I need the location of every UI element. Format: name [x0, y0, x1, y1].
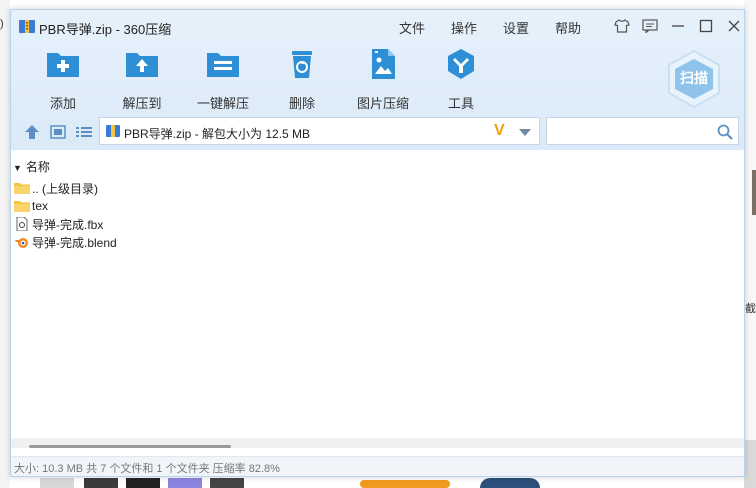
add-folder-icon: [47, 53, 79, 77]
menu-file[interactable]: 文件: [399, 18, 451, 37]
horizontal-scrollbar-thumb[interactable]: [29, 445, 231, 448]
list-view-icon[interactable]: [75, 124, 93, 140]
title-bar[interactable]: PBR导弹.zip - 360压缩 文件 操作 设置 帮助: [11, 10, 744, 42]
maximize-button[interactable]: [695, 16, 717, 36]
background-thumbnail: [210, 478, 244, 488]
desktop-background-bottom: [30, 476, 730, 488]
skin-button[interactable]: [611, 16, 633, 36]
file-name: .. (上级目录): [32, 181, 98, 196]
search-input[interactable]: [551, 122, 711, 140]
one-click-extract-button[interactable]: 一键解压: [185, 48, 261, 112]
sort-arrow-icon: ▼: [13, 163, 22, 173]
background-thumbnail: [126, 478, 160, 488]
image-compress-icon: [372, 49, 395, 79]
file-name: 导弹-完成.blend: [32, 235, 117, 250]
v-badge-icon[interactable]: V: [494, 122, 505, 140]
background-thumbnail: [168, 478, 202, 488]
folder-icon: [14, 201, 30, 212]
address-dropdown-icon[interactable]: [519, 129, 531, 136]
zip-archive-icon: [19, 20, 35, 33]
header-area: PBR导弹.zip - 360压缩 文件 操作 设置 帮助 添加 解压到 一键解…: [11, 10, 744, 150]
background-thumbnail: [40, 478, 74, 488]
background-shape: [480, 478, 540, 488]
desktop-background-left: ): [0, 0, 10, 488]
address-path: PBR导弹.zip - 解包大小为 12.5 MB: [124, 127, 311, 141]
maximize-icon: [699, 19, 713, 33]
background-shape: [360, 480, 450, 488]
minimize-button[interactable]: [667, 16, 689, 36]
window-title: PBR导弹.zip - 360压缩: [39, 22, 172, 37]
background-text-fragment: ): [0, 18, 4, 30]
add-label: 添加: [49, 96, 76, 111]
file-list: ▼ 名称 .. (上级目录) tex 导弹-完成.fbx 导弹-完成.blend: [11, 150, 744, 440]
background-image-fragment: [744, 440, 756, 488]
extract-to-label: 解压到: [122, 96, 162, 111]
menu-help[interactable]: 帮助: [555, 18, 607, 37]
scan-button[interactable]: 扫描: [663, 48, 725, 110]
zip-archive-icon: [106, 125, 120, 137]
tools-icon: [448, 49, 474, 79]
status-text: 大小: 10.3 MB 共 7 个文件和 1 个文件夹 压缩率 82.8%: [14, 463, 280, 475]
image-compress-button[interactable]: 图片压缩: [345, 48, 421, 112]
blender-file-icon: [15, 238, 28, 248]
tools-button[interactable]: 工具: [423, 48, 499, 112]
close-button[interactable]: [723, 16, 745, 36]
name-column-label: 名称: [25, 160, 50, 174]
close-icon: [728, 20, 740, 32]
archive-window: PBR导弹.zip - 360压缩 文件 操作 设置 帮助 添加 解压到 一键解…: [10, 9, 745, 477]
search-box[interactable]: [546, 117, 739, 145]
tools-label: 工具: [447, 96, 474, 111]
file-name: tex: [32, 199, 49, 213]
status-bar: 大小: 10.3 MB 共 7 个文件和 1 个文件夹 压缩率 82.8%: [11, 456, 744, 476]
delete-button[interactable]: 删除: [264, 48, 340, 112]
fbx-file-icon: [16, 217, 28, 231]
image-compress-label: 图片压缩: [356, 96, 409, 111]
minimize-icon: [672, 25, 684, 27]
navigation-buttons: [23, 124, 93, 140]
list-item[interactable]: tex: [14, 197, 117, 215]
file-rows: .. (上级目录) tex 导弹-完成.fbx 导弹-完成.blend: [14, 179, 117, 251]
name-column-header[interactable]: ▼ 名称: [13, 158, 50, 175]
menu-bar: 文件 操作 设置 帮助: [399, 18, 607, 37]
skin-icon: [614, 19, 630, 33]
address-bar[interactable]: PBR导弹.zip - 解包大小为 12.5 MB V: [99, 117, 540, 145]
list-item[interactable]: .. (上级目录): [14, 179, 117, 197]
background-thumbnail: [84, 478, 118, 488]
scan-label: 扫描: [680, 70, 708, 86]
thumbnail-view-icon[interactable]: [49, 124, 67, 140]
window-controls: [611, 16, 745, 36]
extract-to-button[interactable]: 解压到: [104, 48, 180, 112]
extract-to-icon: [126, 53, 158, 77]
folder-icon: [14, 183, 30, 194]
file-name: 导弹-完成.fbx: [32, 217, 104, 232]
message-icon: [642, 19, 658, 33]
background-text-fragment: 截: [745, 303, 756, 315]
menu-operation[interactable]: 操作: [451, 18, 503, 37]
desktop-background-right: 截: [744, 0, 756, 488]
menu-settings[interactable]: 设置: [503, 18, 555, 37]
delete-icon: [292, 51, 312, 78]
list-item[interactable]: 导弹-完成.fbx: [14, 215, 117, 233]
one-click-extract-icon: [207, 53, 239, 77]
message-button[interactable]: [639, 16, 661, 36]
one-click-extract-label: 一键解压: [196, 96, 249, 111]
search-icon[interactable]: [717, 124, 733, 140]
delete-label: 删除: [288, 96, 315, 111]
up-directory-icon[interactable]: [23, 124, 41, 140]
list-item[interactable]: 导弹-完成.blend: [14, 233, 117, 251]
add-button[interactable]: 添加: [25, 48, 101, 112]
background-image-fragment: [752, 170, 756, 215]
